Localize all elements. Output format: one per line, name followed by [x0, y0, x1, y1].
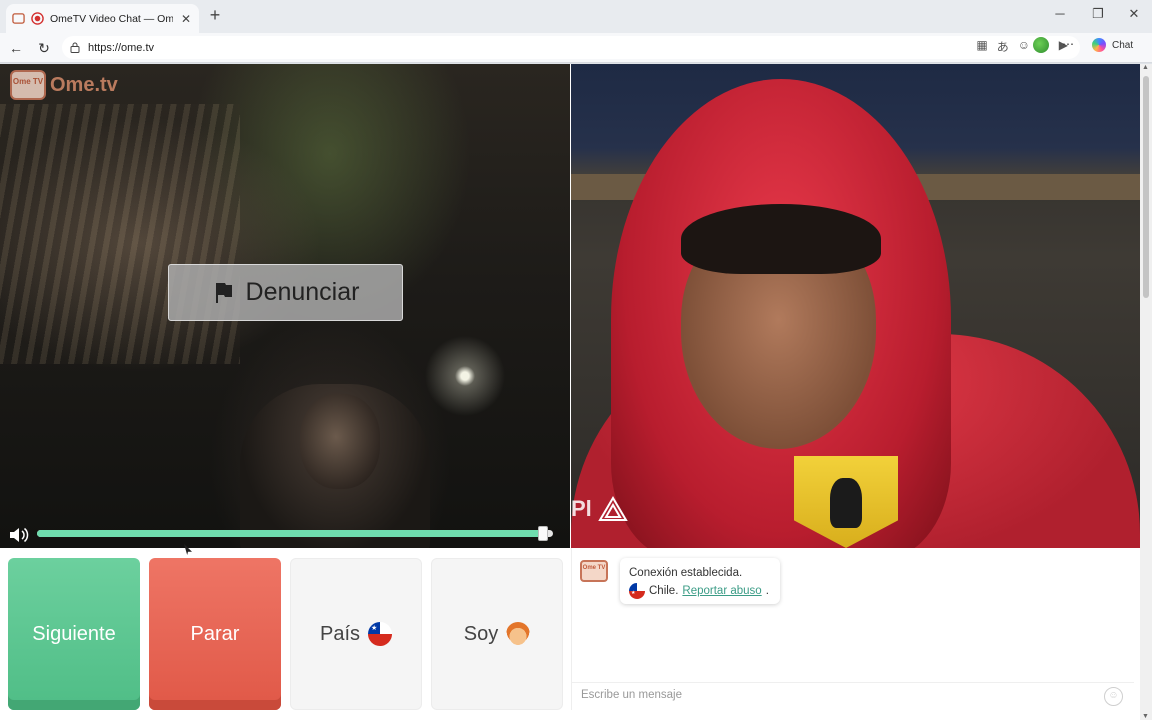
- back-icon[interactable]: ←: [6, 38, 26, 58]
- close-icon[interactable]: ✕: [1124, 6, 1144, 22]
- next-button[interactable]: Siguiente: [8, 558, 140, 710]
- stranger-country: Chile.: [649, 585, 679, 597]
- plus-icon[interactable]: +: [205, 5, 225, 25]
- address-bar[interactable]: https://ome.tv ▦ あ ☺ ☆ ▶: [62, 36, 1080, 59]
- self-hair: [681, 204, 881, 274]
- scroll-down-icon[interactable]: ▼: [1142, 713, 1149, 720]
- system-message: Conexión establecida. ★ Chile. Reportar …: [620, 558, 780, 604]
- message-input[interactable]: Escribe un mensaje: [572, 682, 1134, 710]
- chat-panel: Ome TV Conexión establecida. ★ Chile. Re…: [571, 548, 1134, 710]
- copilot-chat-button[interactable]: Chat: [1092, 38, 1133, 52]
- profile-icon[interactable]: [1033, 37, 1049, 53]
- stop-button[interactable]: Parar: [149, 558, 281, 710]
- gender-button[interactable]: Soy: [431, 558, 563, 710]
- browser-tab[interactable]: OmeTV Video Chat — Omegl ✕: [6, 4, 199, 33]
- report-button[interactable]: Denunciar: [168, 264, 403, 321]
- stranger-head: [300, 394, 380, 489]
- report-suffix: .: [765, 585, 769, 597]
- tab-bar: OmeTV Video Chat — Omegl ✕ + ─ ❐ ✕: [0, 0, 1152, 33]
- volume-slider[interactable]: [37, 526, 553, 541]
- chile-flag-icon: ★: [368, 622, 393, 646]
- scrollbar-thumb[interactable]: [1143, 76, 1149, 298]
- url-text: https://ome.tv: [88, 41, 155, 54]
- translate-icon[interactable]: あ: [997, 38, 1009, 55]
- ometv-logo[interactable]: Ome TV Ome.tv: [10, 70, 118, 100]
- boy-avatar-icon: [506, 622, 531, 646]
- minimize-icon[interactable]: ─: [1050, 6, 1070, 21]
- browser-toolbar: ← ↻ https://ome.tv ▦ あ ☺ ☆ ▶ ⋯ Chat: [0, 33, 1152, 63]
- lock-icon: [70, 42, 80, 53]
- next-button-label: Siguiente: [32, 622, 116, 645]
- ometv-chat-logo-icon: Ome TV: [580, 560, 608, 582]
- triangle-logo-icon: [598, 496, 628, 521]
- gender-button-label: Soy: [463, 622, 499, 645]
- copilot-icon: [1092, 38, 1106, 52]
- volume-handle[interactable]: [537, 526, 548, 541]
- close-tab-icon[interactable]: ✕: [179, 12, 193, 26]
- scroll-up-icon[interactable]: ▲: [1142, 64, 1149, 71]
- camera-watermark-text: Pl: [571, 496, 592, 521]
- country-button-label: País: [319, 622, 361, 645]
- ometv-page: Ome TV Ome.tv Denunciar Pl Siguiente Par…: [0, 64, 1140, 720]
- logo-tv-icon: Ome TV: [10, 70, 46, 100]
- connection-status: Conexión establecida.: [629, 567, 743, 579]
- more-icon[interactable]: ⋯: [1062, 37, 1074, 51]
- chat-button-label: Chat: [1112, 39, 1134, 51]
- chile-flag-icon: ★: [629, 583, 645, 599]
- recording-icon: [31, 12, 44, 25]
- volume-fill: [37, 530, 543, 537]
- stop-button-label: Parar: [190, 622, 240, 645]
- restore-icon[interactable]: ❐: [1088, 6, 1108, 22]
- logo-text: Ome.tv: [50, 73, 118, 96]
- emoji-icon[interactable]: ☺: [1018, 38, 1030, 55]
- apps-icon[interactable]: ▦: [976, 38, 987, 55]
- reload-icon[interactable]: ↻: [34, 38, 54, 58]
- flag-icon: [215, 282, 232, 303]
- tab-page-icon: [12, 12, 25, 25]
- country-button[interactable]: País ★: [290, 558, 422, 710]
- volume-icon[interactable]: [8, 526, 30, 544]
- report-button-label: Denunciar: [245, 278, 360, 306]
- smiley-icon[interactable]: ☺: [1104, 687, 1123, 706]
- page-scrollbar[interactable]: ▲ ▼: [1140, 64, 1152, 720]
- stranger-video: Ome TV Ome.tv Denunciar: [0, 64, 570, 548]
- self-video: Pl: [571, 64, 1140, 548]
- tab-title: OmeTV Video Chat — Omegl: [50, 12, 173, 25]
- video-background: [0, 104, 240, 364]
- camera-watermark: Pl: [571, 496, 628, 522]
- report-abuse-link[interactable]: Reportar abuso: [682, 582, 761, 600]
